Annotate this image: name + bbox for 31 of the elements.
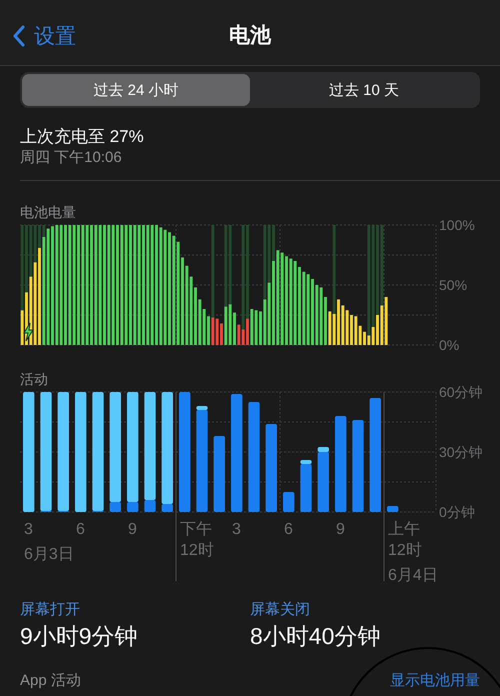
date-label: 6月3日 — [24, 546, 74, 563]
chart-title: 电池电量 — [20, 204, 77, 220]
charging-bolt-icon — [23, 322, 34, 342]
date-label: 6月4日 — [388, 567, 438, 583]
window-title: 电池 — [229, 22, 271, 48]
time-label: 9 — [128, 521, 137, 538]
time-label: 6 — [76, 521, 85, 538]
stat-label: 屏幕关闭 — [250, 601, 311, 619]
back-button[interactable]: 设置 — [12, 22, 76, 50]
time-label: 3 — [24, 521, 33, 538]
time-label: 6 — [284, 521, 293, 538]
time-label: 下午 12时 — [180, 521, 214, 559]
axis-label: 60分钟 — [439, 384, 483, 400]
stat-value: 8小时40分钟 — [250, 622, 382, 651]
time-label: 上午 12时 — [388, 521, 422, 559]
axis-label: 100% — [439, 217, 475, 233]
last-charge-time: 周四 下午10:06 — [20, 148, 123, 168]
time-label: 3 — [232, 521, 241, 538]
time-label: 9 — [336, 521, 345, 538]
segment-tab[interactable]: 过去 10 天 — [250, 74, 478, 106]
segment-tab[interactable]: 过去 24 小时 — [22, 74, 250, 106]
stat-value: 9小时9分钟 — [20, 622, 139, 651]
chart-title: 活动 — [20, 371, 49, 387]
section-title: App 活动 — [20, 672, 81, 689]
axis-label: 0分钟 — [439, 504, 475, 520]
back-chevron-icon — [12, 25, 26, 47]
last-charge-text: 上次充电至 27% — [20, 126, 145, 148]
axis-label: 0% — [439, 337, 460, 353]
stat-label: 屏幕打开 — [20, 601, 81, 619]
axis-label: 30分钟 — [439, 444, 483, 460]
axis-label: 50% — [439, 277, 468, 293]
